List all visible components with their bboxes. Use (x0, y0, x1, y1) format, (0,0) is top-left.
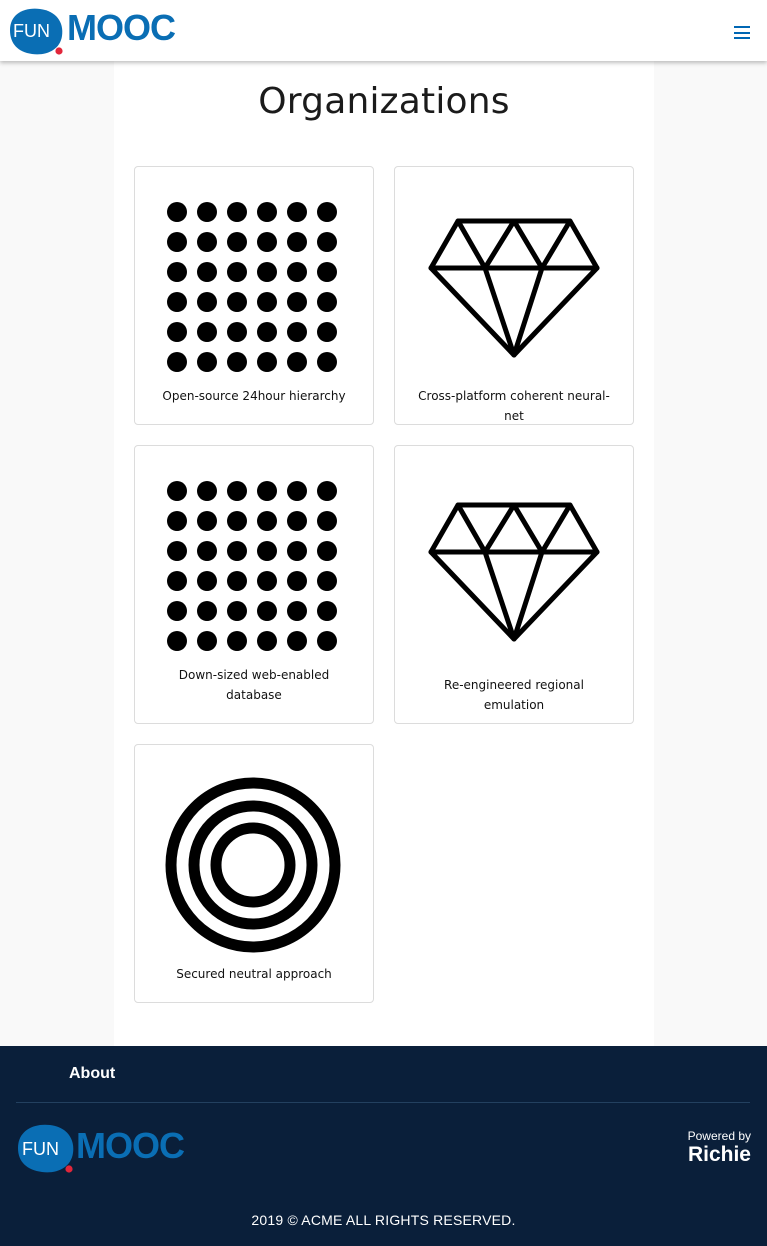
diamond-icon (428, 502, 600, 642)
powered-by-name: Richie (687, 1143, 751, 1166)
footer-logo-mooc-text: MOOC (76, 1125, 185, 1166)
hamburger-menu-icon[interactable] (734, 26, 750, 39)
footer-fun-mooc-logo[interactable]: FUN MOOC (16, 1120, 192, 1176)
organization-name: Secured neutral approach (176, 967, 332, 981)
footer-divider (16, 1102, 750, 1103)
organization-name: Down-sized web-enabled database (178, 668, 330, 702)
page-title: Organizations (258, 81, 510, 122)
powered-by-richie[interactable]: Powered by Richie (688, 1129, 751, 1167)
logo-fun-text: FUN (13, 21, 50, 41)
powered-by-label: Powered by (687, 1129, 751, 1143)
organization-card[interactable]: Down-sized web-enabled database (134, 445, 374, 724)
main-content: Organizations Open-source 24hour hierarc… (114, 61, 654, 1046)
organization-card[interactable]: Re-engineered regional emulation (394, 445, 634, 724)
diamond-icon (428, 218, 600, 358)
organization-card[interactable]: Cross-platform coherent neural-net (394, 166, 634, 425)
concentric-circles-icon (165, 777, 341, 953)
dot-grid-icon (167, 481, 337, 651)
copyright-text: 2019 © ACME ALL RIGHTS RESERVED. (251, 1212, 516, 1228)
footer-about-link[interactable]: About (69, 1065, 115, 1083)
fun-mooc-logo[interactable]: FUN MOOC (6, 4, 182, 58)
organization-card[interactable]: Secured neutral approach (134, 744, 374, 1003)
organization-name: Re-engineered regional emulation (444, 678, 584, 712)
dot-grid-icon (167, 202, 337, 372)
site-footer: About FUN MOOC Powered by Richie 2019 © … (0, 1046, 767, 1246)
organization-name: Open-source 24hour hierarchy (162, 389, 346, 403)
site-header: FUN MOOC (0, 0, 767, 61)
organization-name: Cross-platform coherent neural-net (418, 389, 610, 423)
footer-logo-fun-text: FUN (22, 1139, 59, 1159)
organization-card[interactable]: Open-source 24hour hierarchy (134, 166, 374, 425)
logo-mooc-text: MOOC (67, 7, 176, 48)
